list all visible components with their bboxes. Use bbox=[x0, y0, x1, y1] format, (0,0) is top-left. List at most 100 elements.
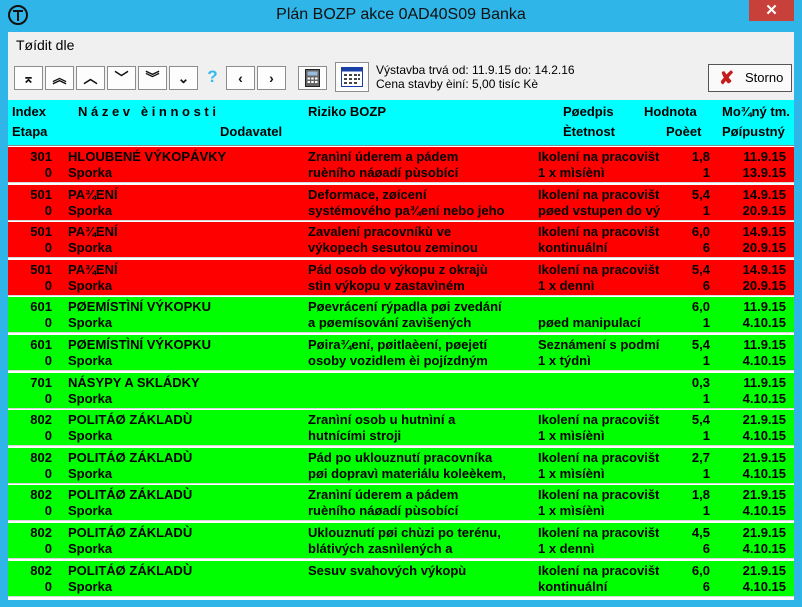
cell-pocet: 1 bbox=[702, 390, 710, 406]
cell-hodnota: 1,8 bbox=[691, 149, 710, 164]
title-bar[interactable]: Plán BOZP akce 0AD40S09 Banka ✕ bbox=[0, 0, 802, 32]
cell-dodavatel: Sporka bbox=[68, 240, 113, 256]
table-row[interactable]: 601 0 PØEMÍSTÌNÍ VÝKOPKU Sporka Pøevrácení r… bbox=[8, 297, 794, 334]
col-header-riziko[interactable]: Riziko BOZP bbox=[308, 104, 386, 119]
calculator-icon bbox=[305, 69, 320, 87]
cell-nazev: POLITÁØ ZÁKLADÙ bbox=[68, 487, 193, 503]
cell-pocet: 1 bbox=[702, 315, 710, 331]
cell-riziko2: stìn výkopu v zastavìném bbox=[308, 277, 465, 293]
cell-pripustny: 4.10.15 bbox=[742, 353, 786, 368]
table-row[interactable]: 501 0 PA¾ENÍ Sporka Pád osob do výkopu z okr… bbox=[8, 259, 794, 296]
scroll-left-button[interactable]: ‹ bbox=[226, 66, 255, 90]
cell-mozny: 11.9.15 bbox=[743, 299, 786, 315]
cell-riziko2: výkopech sesutou zeminou bbox=[308, 240, 478, 256]
col-header-pocet[interactable]: Poèet bbox=[666, 124, 701, 139]
cell-mozny: 21.9.15 bbox=[742, 412, 786, 428]
cell-dodavatel: Sporka bbox=[68, 390, 113, 406]
storno-label: Storno bbox=[745, 70, 784, 85]
cell-riziko1: Uklouznutí pøi chùzi po terénu, bbox=[308, 525, 501, 540]
cell-etapa: 0 bbox=[44, 503, 52, 519]
table-row[interactable]: 802 0 POLITÁØ ZÁKLADÙ Sporka Sesuv svahových… bbox=[8, 560, 794, 597]
table-row[interactable]: 501 0 PA¾ENÍ Sporka Zavalení pracovníkù ve vý… bbox=[8, 222, 794, 259]
cell-etapa: 0 bbox=[44, 428, 52, 444]
cell-riziko1: Deformace, zøícení bbox=[308, 186, 427, 202]
col-header-mozny[interactable]: Mo¾ný tm. bbox=[722, 104, 790, 119]
scroll-right-button[interactable]: › bbox=[257, 66, 286, 90]
cell-riziko2: hutnícími stroji bbox=[308, 428, 402, 444]
cell-pripustny: 4.10.15 bbox=[742, 428, 786, 444]
table-row[interactable]: 802 0 POLITÁØ ZÁKLADÙ Sporka Zranìní úderem … bbox=[8, 485, 794, 522]
col-header-hodnota[interactable]: Hodnota bbox=[644, 104, 697, 119]
first-record-button[interactable]: ⌅ bbox=[14, 66, 43, 90]
cell-pocet: 1 bbox=[702, 202, 710, 218]
table-row[interactable]: 701 0 NÁSYPY A SKLÁDKY Sporka 0,3 1 11.9.15 4.1… bbox=[8, 372, 794, 409]
cell-hodnota: 6,0 bbox=[691, 224, 710, 240]
construction-info: Výstavba trvá od: 11.9.15 do: 14.2.16 Ce… bbox=[376, 63, 575, 91]
cell-riziko1: Pøevrácení rýpadla pøi zvedání bbox=[308, 299, 502, 315]
calculator-button[interactable] bbox=[298, 66, 327, 90]
cell-nazev: HLOUBENÉ VÝKOPÁVKY bbox=[68, 149, 227, 164]
table-header: Index Etapa N á z e v è i n n o s t i Do… bbox=[8, 100, 794, 146]
page-down-button[interactable]: ︾ bbox=[138, 66, 167, 90]
last-record-button[interactable]: ⌄ bbox=[169, 66, 198, 90]
close-button[interactable]: ✕ bbox=[749, 0, 794, 21]
bozp-table[interactable]: Index Etapa N á z e v è i n n o s t i Do… bbox=[8, 100, 794, 600]
cell-pocet: 1 bbox=[702, 465, 710, 481]
cell-pripustny: 4.10.15 bbox=[742, 390, 786, 406]
cell-nazev: PA¾ENÍ bbox=[68, 186, 118, 202]
cell-etapa: 0 bbox=[44, 277, 52, 293]
cell-riziko2: systémového pa¾ení nebo jeho bbox=[308, 202, 505, 218]
prev-record-button[interactable]: ︿ bbox=[76, 66, 105, 90]
table-row[interactable]: 802 0 POLITÁØ ZÁKLADÙ Sporka Zranìní osob u … bbox=[8, 410, 794, 447]
table-row[interactable]: 501 0 PA¾ENÍ Sporka Deformace, zøícení systém… bbox=[8, 184, 794, 221]
storno-button[interactable]: ✘ Storno bbox=[708, 64, 792, 92]
cell-pripustny: 20.9.15 bbox=[742, 240, 786, 256]
cell-mozny: 14.9.15 bbox=[742, 261, 786, 277]
cell-pripustny: 4.10.15 bbox=[742, 541, 786, 556]
cell-nazev: POLITÁØ ZÁKLADÙ bbox=[68, 449, 193, 465]
cell-index: 601 bbox=[30, 337, 52, 352]
col-header-etapa[interactable]: Etapa bbox=[12, 124, 47, 139]
cell-riziko1: Zranìní úderem a pádem bbox=[308, 149, 459, 164]
cell-hodnota: 5,4 bbox=[691, 186, 710, 202]
table-row[interactable]: 301 0 HLOUBENÉ VÝKOPÁVKY Sporka Zranìní úder… bbox=[8, 147, 794, 183]
menu-sort[interactable]: Tøídit dle bbox=[16, 37, 74, 53]
cell-dodavatel: Sporka bbox=[68, 202, 113, 218]
table-row[interactable]: 601 0 PØEMÍSTÌNÍ VÝKOPKU Sporka Pøira¾ení, p… bbox=[8, 335, 794, 371]
cell-index: 802 bbox=[30, 562, 52, 578]
col-header-cetnost[interactable]: Ètetnost bbox=[563, 124, 615, 139]
cell-riziko1: Pøira¾ení, pøitlaèení, pøejetí bbox=[308, 337, 488, 352]
app-window: Plán BOZP akce 0AD40S09 Banka ✕ Tøídit d… bbox=[0, 0, 802, 607]
cell-etapa: 0 bbox=[44, 390, 52, 406]
cell-index: 301 bbox=[30, 149, 52, 164]
cell-dodavatel: Sporka bbox=[68, 541, 113, 556]
col-header-pripustny[interactable]: Pøípustný bbox=[722, 124, 785, 139]
cell-nazev: POLITÁØ ZÁKLADÙ bbox=[68, 525, 193, 540]
cell-mozny: 21.9.15 bbox=[742, 449, 786, 465]
cell-pocet: 1 bbox=[702, 165, 710, 180]
page-up-button[interactable]: ︽ bbox=[45, 66, 74, 90]
cell-riziko2: ruèního náøadí pùsobící bbox=[308, 165, 459, 180]
cell-hodnota: 0,3 bbox=[691, 374, 710, 390]
cell-dodavatel: Sporka bbox=[68, 465, 113, 481]
col-header-nazev[interactable]: N á z e v è i n n o s t i bbox=[78, 104, 216, 119]
calendar-button[interactable] bbox=[335, 62, 369, 92]
cell-riziko2: ruèního náøadí pùsobící bbox=[308, 503, 459, 519]
cell-hodnota: 5,4 bbox=[691, 337, 710, 352]
cell-pripustny: 13.9.15 bbox=[742, 165, 786, 180]
cell-etapa: 0 bbox=[44, 465, 52, 481]
col-header-predpis[interactable]: Pøedpis bbox=[563, 104, 614, 119]
cell-dodavatel: Sporka bbox=[68, 578, 113, 594]
col-header-index[interactable]: Index bbox=[12, 104, 46, 119]
cell-pocet: 1 bbox=[702, 428, 710, 444]
next-record-button[interactable]: ﹀ bbox=[107, 66, 136, 90]
cell-nazev: POLITÁØ ZÁKLADÙ bbox=[68, 562, 193, 578]
cell-riziko2: a pøemísování zavìšených bbox=[308, 315, 472, 331]
cell-nazev: PA¾ENÍ bbox=[68, 224, 118, 240]
col-header-dodavatel[interactable]: Dodavatel bbox=[220, 124, 282, 139]
table-row[interactable]: 802 0 POLITÁØ ZÁKLADÙ Sporka Pád po uklouznu… bbox=[8, 447, 794, 484]
cell-mozny: 11.9.15 bbox=[743, 337, 786, 352]
table-row[interactable]: 802 0 POLITÁØ ZÁKLADÙ Sporka Uklouznutí pøi … bbox=[8, 523, 794, 559]
cell-index: 701 bbox=[30, 374, 52, 390]
help-icon[interactable]: ? bbox=[198, 66, 227, 90]
